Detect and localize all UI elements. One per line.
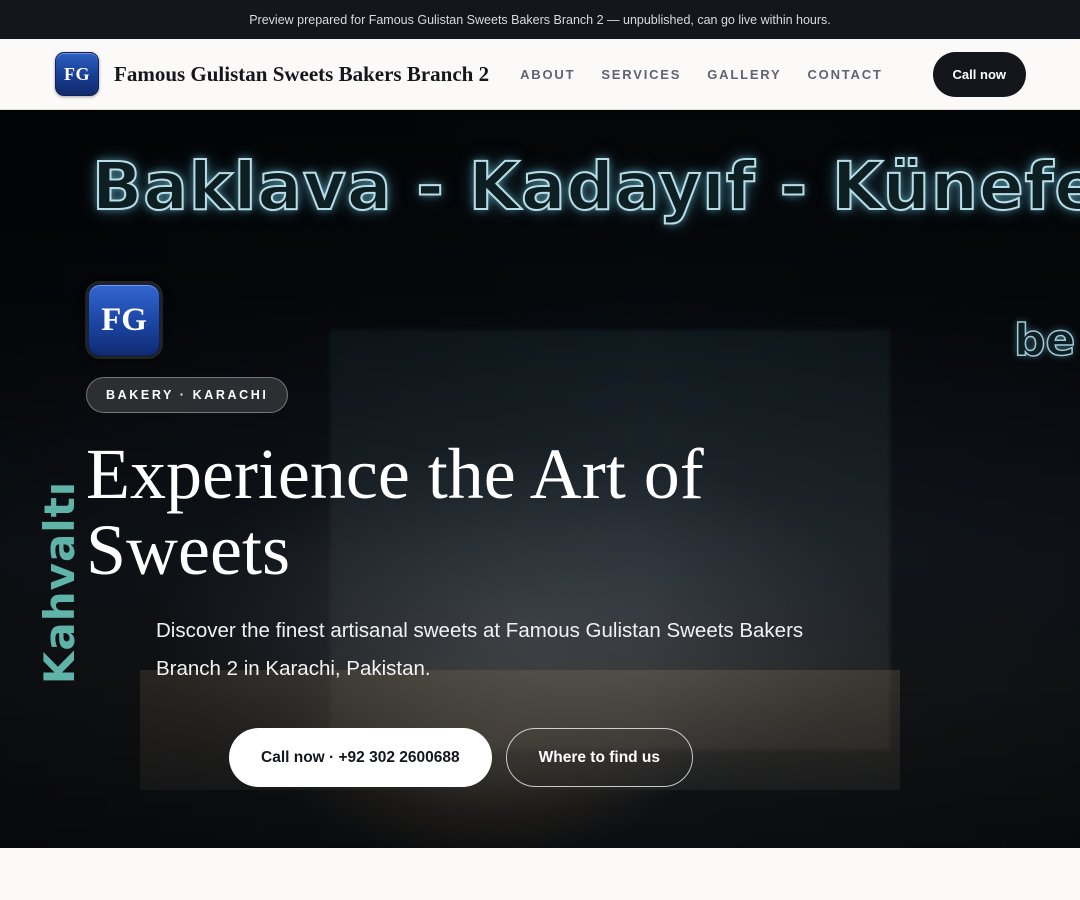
nav-call-now-button[interactable]: Call now: [932, 51, 1026, 97]
hero-logo-initials: FG: [101, 301, 147, 338]
hero-neon-side-sign: Kahvaltı: [35, 480, 85, 684]
brand-name[interactable]: Famous Gulistan Sweets Bakers Branch 2: [114, 62, 489, 87]
preview-banner-text: Preview prepared for Famous Gulistan Swe…: [249, 12, 831, 27]
hero-neon-side-text: Kahvaltı: [35, 480, 85, 684]
brand-logo[interactable]: FG: [55, 52, 99, 96]
hero-subtitle: Discover the finest artisanal sweets at …: [156, 619, 804, 680]
hero-content: FG BAKERY · KARACHI Experience the Art o…: [86, 284, 816, 787]
top-nav: FG Famous Gulistan Sweets Bakers Branch …: [0, 39, 1080, 110]
next-section: [0, 848, 1080, 900]
nav-link-contact[interactable]: CONTACT: [807, 67, 882, 82]
hero-neon-right-sign: be: [1013, 314, 1076, 367]
hero-find-us-button[interactable]: Where to find us: [505, 728, 694, 787]
hero-logo-badge: FG: [88, 284, 160, 356]
nav-link-about[interactable]: ABOUT: [520, 67, 575, 82]
hero-category-tag: BAKERY · KARACHI: [86, 377, 289, 413]
preview-banner: Preview prepared for Famous Gulistan Swe…: [0, 0, 1080, 39]
nav-link-gallery[interactable]: GALLERY: [707, 67, 781, 82]
hero-actions: Call now · +92 302 2600688 Where to find…: [229, 728, 816, 787]
hero-title: Experience the Art of Sweets: [86, 434, 704, 590]
hero-call-button[interactable]: Call now · +92 302 2600688: [229, 728, 492, 787]
hero-neon-sign: Baklava - Kadayıf - Künefe: [91, 147, 1080, 226]
nav-links: ABOUT SERVICES GALLERY CONTACT: [520, 67, 883, 82]
brand-logo-initials: FG: [64, 63, 90, 84]
hero-section: Baklava - Kadayıf - Künefe Kahvaltı be F…: [0, 110, 1080, 848]
nav-link-services[interactable]: SERVICES: [601, 67, 681, 82]
